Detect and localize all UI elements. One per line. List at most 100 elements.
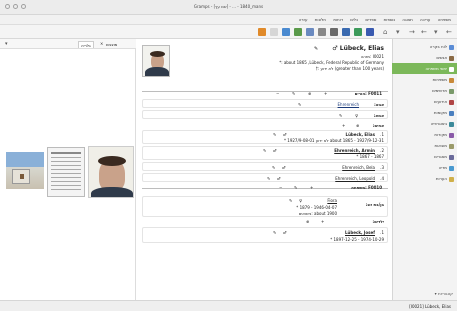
person-name[interactable]: Lübeck, Elias ♂ xyxy=(332,45,384,52)
citations-icon xyxy=(449,143,454,149)
remove-icon[interactable]: − xyxy=(279,185,282,190)
menu-tools[interactable]: כלים xyxy=(350,17,358,22)
chevron-down-icon[interactable]: ▾ xyxy=(434,28,438,36)
sibling-row[interactable]: 4. Ehrenreich, Leopold ♂ ✎ xyxy=(142,173,388,182)
chevron-down-icon[interactable]: ▾ xyxy=(396,28,400,36)
add-icon[interactable]: + xyxy=(321,219,324,224)
gallery-tabs: ▾ גלריה מוצגים × xyxy=(0,39,136,49)
relationship-view-icon[interactable] xyxy=(294,28,302,36)
window-title: Gramps - [שם עץ] - ... - 1840_mans xyxy=(193,4,264,9)
back-icon[interactable]: ← xyxy=(421,28,427,36)
sidebar-item-people[interactable]: אנשים xyxy=(392,52,457,63)
repositories-icon xyxy=(449,154,454,160)
male-icon: ♂ xyxy=(277,176,281,181)
sidebar-categories-selector[interactable]: קטגוריות ▾ xyxy=(392,291,457,296)
media-icon[interactable] xyxy=(342,28,350,36)
gallery-panel: ▾ גלריה מוצגים × xyxy=(0,39,136,300)
edit-icon[interactable]: ✎ xyxy=(273,132,276,137)
sidebar-item-media[interactable]: מדיה xyxy=(392,162,457,173)
edit-icon[interactable]: ✎ xyxy=(294,185,297,190)
menu-family[interactable]: משפחה xyxy=(438,17,451,22)
tab-gallery[interactable]: גלריה xyxy=(78,41,94,48)
menu-view[interactable]: תצוגה xyxy=(402,17,412,22)
female-icon: ♀ xyxy=(355,113,358,118)
edit-icon[interactable]: ✎ xyxy=(289,198,292,203)
tab-gramplets[interactable]: מוצגים xyxy=(104,41,119,48)
dashboard-icon xyxy=(449,44,454,50)
status-bar: [I0021] Lübeck, Elias xyxy=(0,300,457,311)
sidebar-item-notes[interactable]: הערות xyxy=(392,173,457,184)
media-thumbnail-portrait[interactable] xyxy=(88,146,134,198)
toolbar: ⌂ ▾ → ← ▾ ← xyxy=(0,25,457,39)
menu-reports[interactable]: דוחות xyxy=(333,17,343,22)
geography-icon xyxy=(449,121,454,127)
edit-icon[interactable]: ✎ xyxy=(314,46,318,52)
media-thumbnail[interactable] xyxy=(47,147,85,197)
person-id: I0021 :מזהה xyxy=(360,54,384,59)
add-icon[interactable]: + xyxy=(310,185,313,190)
close-icon[interactable]: × xyxy=(100,41,103,46)
sidebar-item-sources[interactable]: מקורות xyxy=(392,129,457,140)
family-id[interactable]: F0010 :משפחה xyxy=(351,185,382,190)
places-icon xyxy=(449,110,454,116)
title-bar: Gramps - [שם עץ] - ... - 1840_mans xyxy=(0,0,457,15)
media-thumbnail[interactable] xyxy=(6,152,44,189)
print-icon[interactable] xyxy=(270,28,278,36)
fan-chart-icon[interactable] xyxy=(258,28,266,36)
menu-extras[interactable]: נוספות xyxy=(384,17,396,22)
add-person-icon[interactable] xyxy=(354,28,362,36)
sidebar-item-events[interactable]: אירועים xyxy=(392,96,457,107)
spouse-row[interactable]: בן/בת זוג: Fiora ♀ ✎ 1946-04-07 - 1879 *… xyxy=(142,196,388,217)
add-icon[interactable]: + xyxy=(324,91,327,96)
relationship-view: Lübeck, Elias ♂ ✎ I0021 :מזהה about 1865… xyxy=(136,39,392,300)
edit-icon[interactable]: ✎ xyxy=(263,148,266,153)
book-icon[interactable] xyxy=(318,28,326,36)
notes-icon xyxy=(449,176,454,182)
home-icon[interactable]: ⌂ xyxy=(383,28,387,36)
parents-family-id[interactable]: F0011 :הורים xyxy=(355,91,382,96)
person-birth: about 1865 ,Lübeck, Federal Republic of … xyxy=(279,60,384,65)
media-icon xyxy=(449,165,454,171)
edit-icon[interactable]: ✎ xyxy=(273,230,276,235)
status-text: [I0021] Lübeck, Elias xyxy=(409,304,451,309)
sidebar-item-geography[interactable]: גיאוגרפיה xyxy=(392,118,457,129)
child-row[interactable]: 1. Lübeck, Josef ♂ ✎ 1974-10-29 - 1897-1… xyxy=(142,227,388,243)
pedigree-icon[interactable] xyxy=(282,28,290,36)
menu-edit[interactable]: עריכה xyxy=(420,17,430,22)
sidebar-item-relationships[interactable]: יחסי משפחה xyxy=(392,63,457,74)
edit-icon[interactable]: ✎ xyxy=(267,176,270,181)
navigator-sidebar: לוח בקרה אנשים יחסי משפחה משפחות תרשימים… xyxy=(392,39,457,300)
mother-row: אמא: ♀ ✎ xyxy=(142,110,388,119)
menu-help[interactable]: עזרה xyxy=(299,17,308,22)
sidebar-item-charts[interactable]: תרשימים xyxy=(392,85,457,96)
family-view-icon[interactable] xyxy=(306,28,314,36)
sibling-row[interactable]: 1. Lübeck, Elias ♂ ✎ about 1865 - 1927/9… xyxy=(142,130,388,144)
edit-icon[interactable]: ✎ xyxy=(339,113,342,118)
add-icon[interactable]: + xyxy=(342,123,345,128)
male-icon: ♂ xyxy=(282,165,286,170)
menu-books[interactable]: ספרים xyxy=(365,17,376,22)
siblings-label: אחים: xyxy=(372,123,384,128)
back-icon[interactable]: ← xyxy=(446,28,452,36)
sidebar-item-citations[interactable]: מובאות xyxy=(392,140,457,151)
forward-icon[interactable]: → xyxy=(409,28,415,36)
share-icon[interactable]: ⊕ xyxy=(308,91,311,96)
divider xyxy=(142,91,388,92)
sidebar-item-repositories[interactable]: מאגרים xyxy=(392,151,457,162)
remove-icon[interactable]: − xyxy=(276,91,279,96)
sidebar-item-dashboard[interactable]: לוח בקרה xyxy=(392,41,457,52)
menu-windows[interactable]: חלונות xyxy=(315,17,326,22)
sidebar-item-places[interactable]: מקומות xyxy=(392,107,457,118)
edit-icon[interactable]: ✎ xyxy=(272,165,275,170)
edit-icon[interactable]: ✎ xyxy=(298,102,301,107)
sibling-row[interactable]: 3. Ehrenreich, Bela ♂ ✎ xyxy=(142,162,388,171)
person-photo[interactable] xyxy=(142,45,170,77)
share-icon[interactable]: ⊕ xyxy=(356,123,359,128)
share-icon[interactable]: ⊕ xyxy=(306,219,309,224)
sidebar-item-families[interactable]: משפחות xyxy=(392,74,457,85)
chevron-down-icon[interactable]: ▾ xyxy=(5,41,8,47)
tag-icon[interactable] xyxy=(330,28,338,36)
sibling-row[interactable]: 2. Ehrenreich, Armin ♂ ✎ 1867 - 1867 * xyxy=(142,146,388,160)
edit-icon[interactable] xyxy=(366,28,374,36)
edit-icon[interactable]: ✎ xyxy=(292,91,295,96)
